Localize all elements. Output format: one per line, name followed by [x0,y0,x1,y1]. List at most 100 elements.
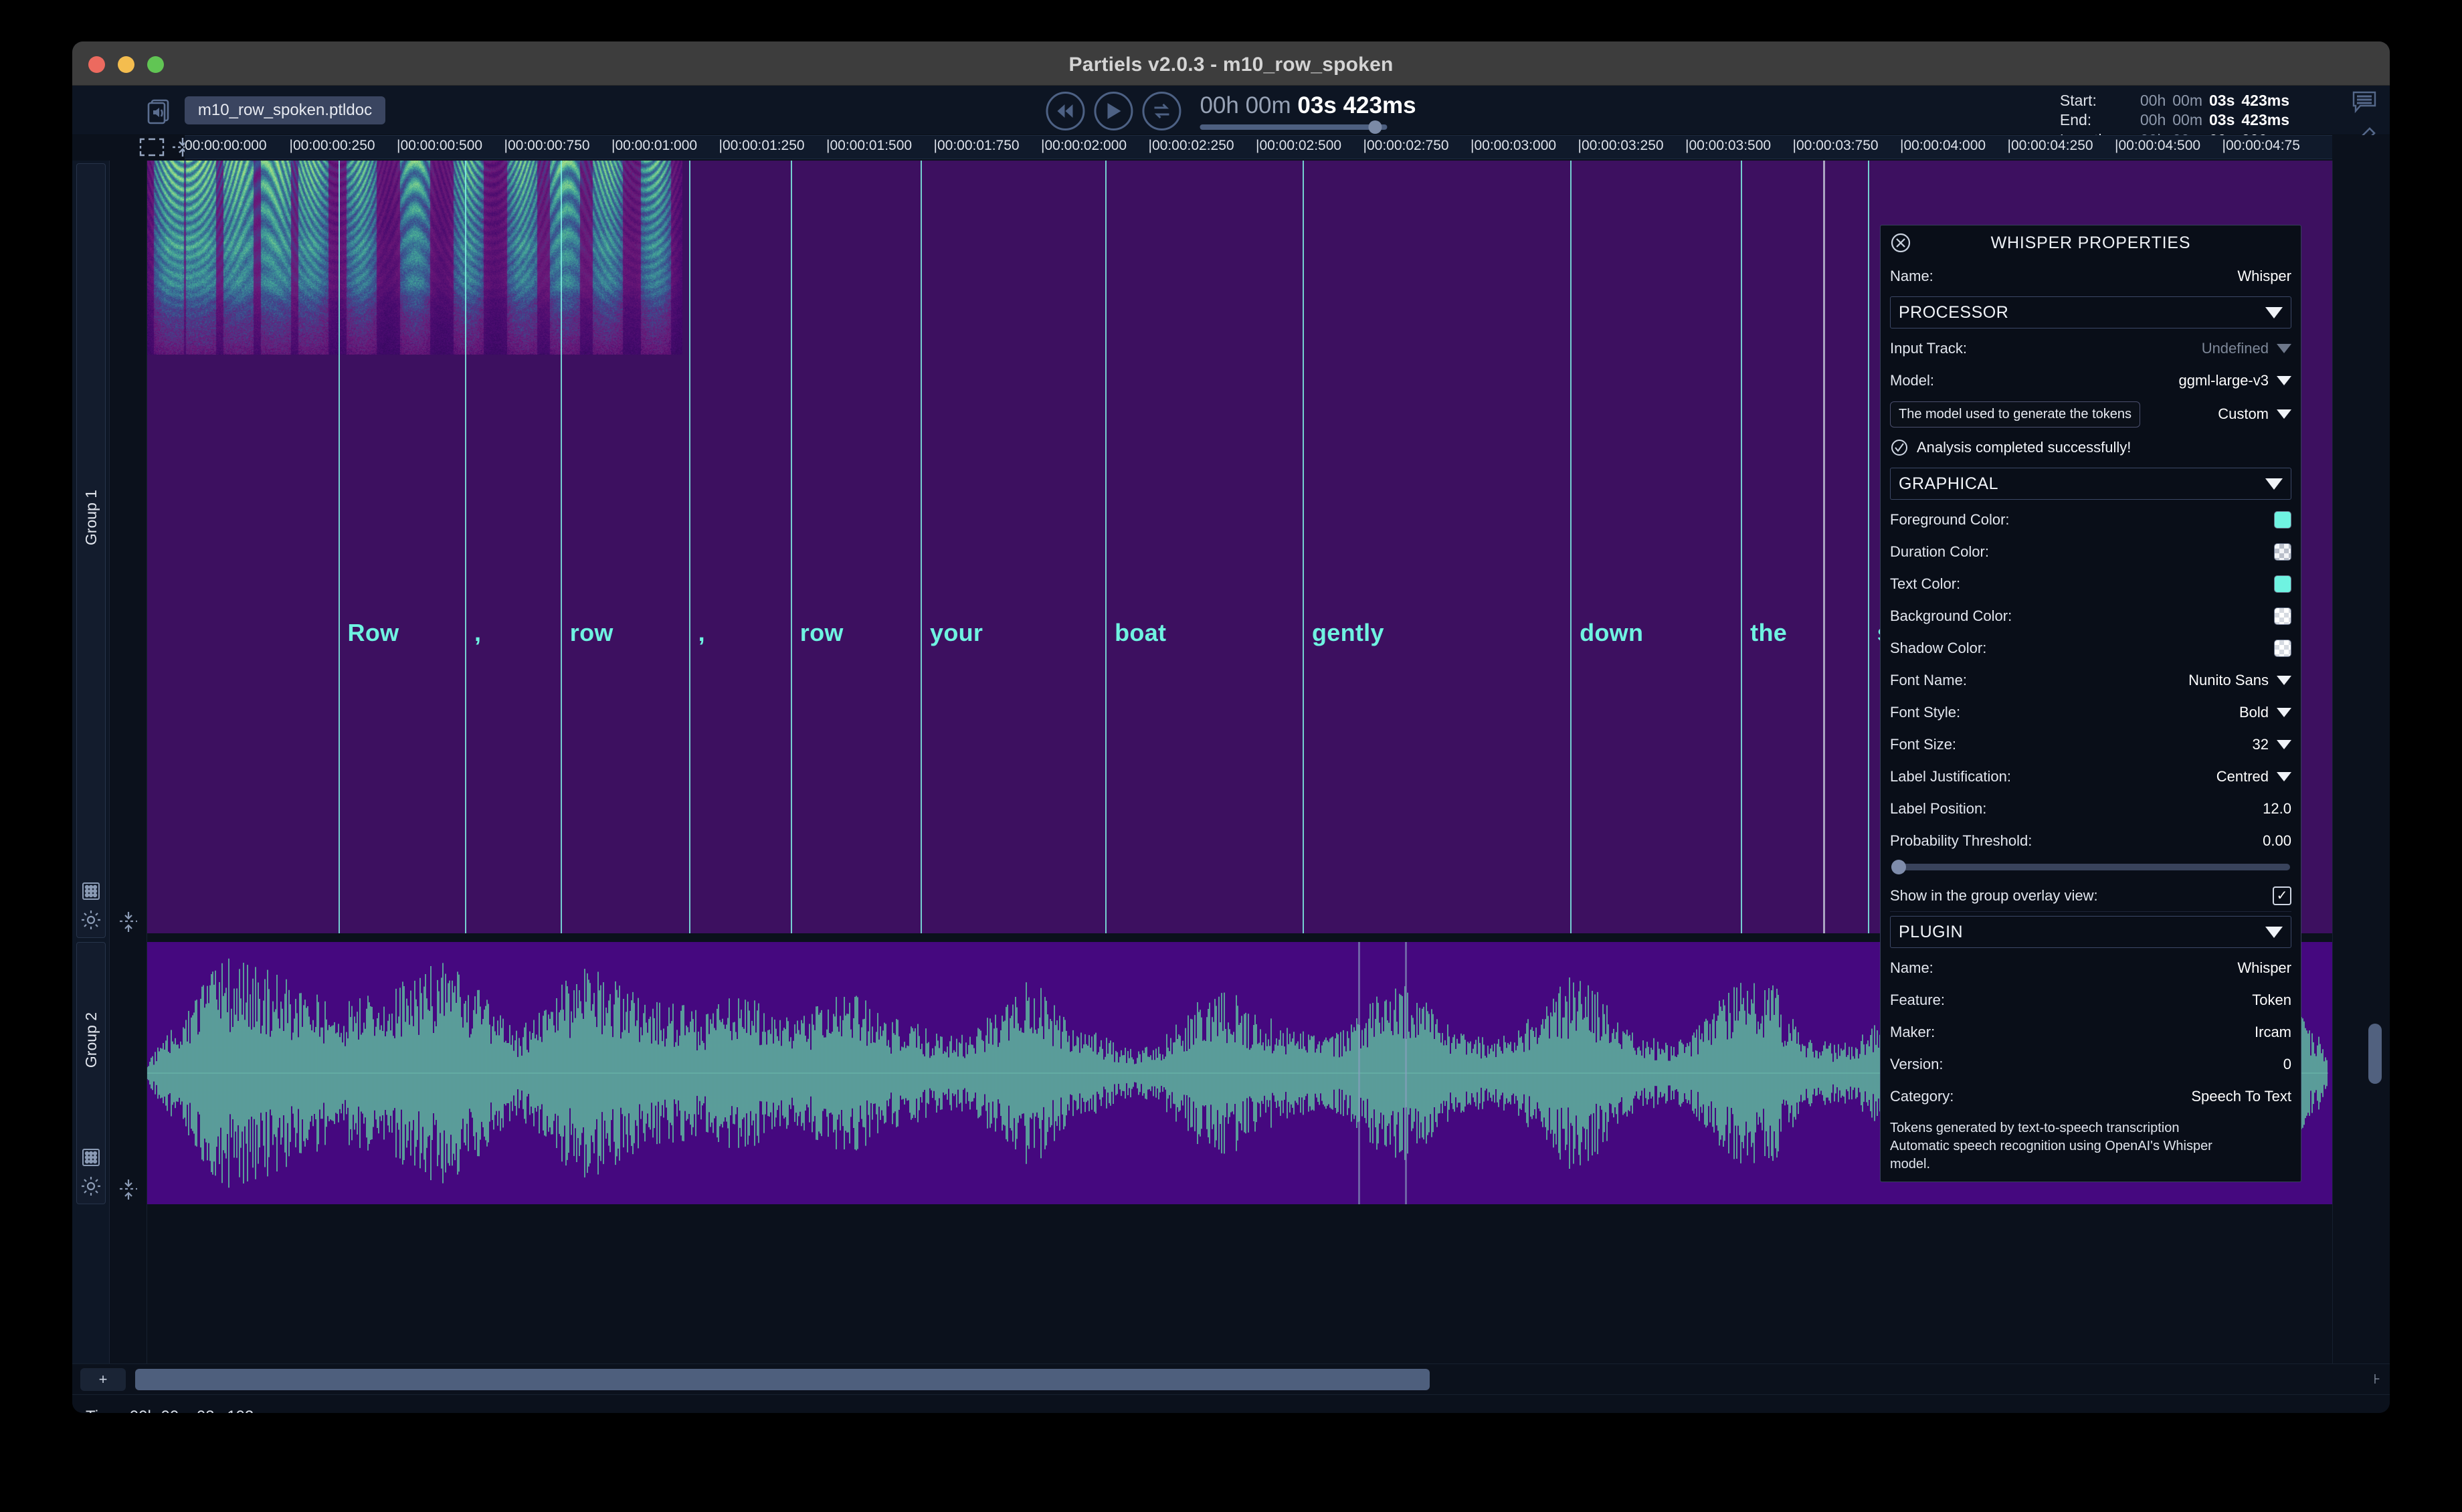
waveform-vscroll-thumb[interactable] [2368,1024,2382,1084]
chevron-down-icon [2277,376,2291,385]
volume-slider[interactable] [1200,120,1388,134]
ruler-tick: |00:00:03:000 [1471,138,1557,153]
status-time-text: Time: 00h 00m 03s 102ms [86,1408,275,1414]
ruler-tick: |00:00:02:000 [1041,138,1127,153]
grid-icon[interactable] [81,1147,101,1167]
plugin-feature-value: Token [2252,991,2291,1008]
marker-row-end: End: 00h 00m 03s 423ms [2060,110,2289,130]
name-value: Whisper [2237,268,2291,284]
foreground-color-swatch[interactable] [2274,511,2291,529]
shadow-color-label: Shadow Color: [1890,640,1987,656]
properties-title: WHISPER PROPERTIES [1990,233,2191,252]
add-group-button[interactable]: + [80,1368,126,1391]
duration-color-label: Duration Color: [1890,543,1989,560]
property-row-plugin-category: Category: Speech To Text [1890,1080,2291,1113]
property-row-model[interactable]: Model: ggml-large-v3 [1890,365,2291,397]
playhead[interactable] [1823,161,1825,933]
gear-icon[interactable] [80,909,102,931]
token-label[interactable]: gently [1312,619,1384,647]
plugin-name-value: Whisper [2237,959,2291,976]
lane-right-gutter [2332,161,2390,1363]
property-row-background-color[interactable]: Background Color: [1890,600,2291,632]
property-row-foreground-color[interactable]: Foreground Color: [1890,504,2291,536]
close-icon[interactable] [1890,232,1911,254]
property-row-shadow-color[interactable]: Shadow Color: [1890,632,2291,664]
plugin-name-label: Name: [1890,959,1933,976]
property-row-label-position[interactable]: Label Position: 12.0 [1890,793,2291,825]
property-row-text-color[interactable]: Text Color: [1890,568,2291,600]
play-icon[interactable] [1094,92,1133,130]
token-label[interactable]: Row [348,619,399,647]
token-label[interactable]: boat [1115,619,1166,647]
ruler-tick: |00:00:03:250 [1578,138,1664,153]
shadow-color-swatch[interactable] [2274,640,2291,657]
group-rail-2[interactable]: Group 2 [76,942,106,1204]
plugin-description-line-1: Tokens generated by text-to-speech trans… [1890,1121,2180,1135]
token-label[interactable]: your [930,619,983,647]
token-label[interactable]: row [800,619,844,647]
font-name-value: Nunito Sans [2188,672,2269,688]
rewind-icon[interactable] [1046,92,1085,130]
volume-knob[interactable] [1368,120,1382,134]
spectrogram-vscrollbar[interactable] [2368,161,2383,933]
probability-threshold-knob[interactable] [1891,860,1906,874]
loop-icon[interactable] [1142,92,1181,130]
section-graphical[interactable]: GRAPHICAL [1890,468,2291,500]
end-millis: 423ms [2241,111,2289,129]
text-color-swatch[interactable] [2274,575,2291,593]
token-label[interactable]: the [1750,619,1787,647]
probability-threshold-slider[interactable] [1891,860,2290,874]
plugin-maker-value: Ircam [2255,1024,2291,1040]
hscroll-thumb[interactable] [135,1369,1430,1390]
chevron-down-icon [2265,478,2283,490]
section-plugin[interactable]: PLUGIN [1890,916,2291,948]
section-processor[interactable]: PROCESSOR [1890,296,2291,328]
ruler-tick: 00:00:00:000 [185,138,267,153]
properties-header: WHISPER PROPERTIES [1890,225,2291,260]
document-name-chip[interactable]: m10_row_spoken.ptldoc [185,96,385,124]
playback-time-block: 00h 00m 03s 423ms [1200,92,1416,134]
property-row-input-track[interactable]: Input Track: Undefined [1890,333,2291,365]
timeline-ruler[interactable]: 00:00:00:000 |00:00:00:250 |00:00:00:500 |0… [185,135,2332,159]
chevron-down-icon [2277,740,2291,749]
hscroll-track[interactable] [135,1369,2328,1390]
property-row-duration-color[interactable]: Duration Color: [1890,536,2291,568]
property-row-overlay-toggle[interactable]: Show in the group overlay view: ✓ [1890,880,2291,912]
background-color-swatch[interactable] [2274,607,2291,625]
playback-seconds: 03s [1297,92,1337,118]
group-rail-1[interactable]: Group 1 [76,163,106,938]
selection-frame-icon[interactable] [136,135,167,159]
property-row-font-name[interactable]: Font Name: Nunito Sans [1890,664,2291,696]
vertical-fit-icon[interactable] [116,910,140,934]
property-row-font-size[interactable]: Font Size: 32 [1890,729,2291,761]
end-hours: 00h [2140,111,2166,129]
property-row-label-justification[interactable]: Label Justification: Centred [1890,761,2291,793]
duration-color-swatch[interactable] [2274,543,2291,561]
property-row-font-style[interactable]: Font Style: Bold [1890,696,2291,729]
end-seconds: 03s [2209,111,2235,129]
plugin-description-line-3: model. [1890,1157,1931,1171]
ruler-tick: |00:00:04:500 [2115,138,2201,153]
property-row-probability-threshold[interactable]: Probability Threshold: 0.00 [1890,825,2291,857]
token-label[interactable]: , [474,619,481,647]
resize-handle-icon[interactable]: ⊦ [2374,1371,2380,1388]
token-label[interactable]: row [570,619,613,647]
window-titlebar: Partiels v2.0.3 - m10_row_spoken [72,41,2390,86]
label-justification-label: Label Justification: [1890,768,2011,785]
overlay-view-checkbox[interactable]: ✓ [2273,886,2291,905]
gear-icon[interactable] [80,1175,102,1197]
ruler-tick: |00:00:01:750 [933,138,1020,153]
token-boundary-line [790,161,792,933]
tooltip-row: The model used to generate the tokens Cu… [1890,397,2291,432]
playback-time[interactable]: 00h 00m 03s 423ms [1200,92,1416,119]
token-label[interactable]: down [1580,619,1643,647]
comment-icon[interactable] [2351,90,2378,114]
grid-icon[interactable] [81,881,101,901]
token-label[interactable]: , [698,619,705,647]
foreground-color-label: Foreground Color: [1890,511,2010,528]
model-tooltip: The model used to generate the tokens [1890,401,2141,428]
group-2-label: Group 2 [82,1012,100,1068]
vertical-fit-icon[interactable] [116,1177,140,1202]
audio-file-icon[interactable] [145,96,174,126]
probability-threshold-value: 0.00 [2263,832,2291,849]
